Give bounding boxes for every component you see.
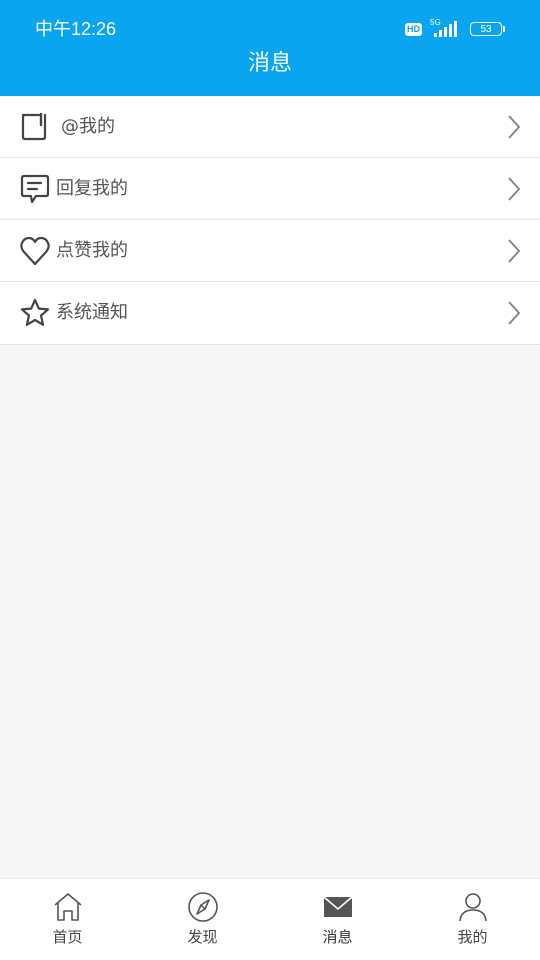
signal-bars bbox=[434, 21, 457, 37]
tab-discover[interactable]: 发现 bbox=[135, 879, 270, 960]
menu-item-system-notice[interactable]: 系统通知 bbox=[0, 282, 540, 344]
status-icons: HD 5G 53 bbox=[405, 18, 505, 40]
tab-label: 消息 bbox=[322, 928, 353, 946]
hd-badge: HD bbox=[405, 22, 422, 36]
bottom-tab-bar: 首页 发现 消息 我的 bbox=[0, 878, 540, 960]
tab-label: 首页 bbox=[52, 928, 83, 946]
menu-item-label: 点赞我的 bbox=[56, 240, 128, 261]
menu-item-label: @我的 bbox=[61, 116, 115, 137]
menu-item-likes[interactable]: 点赞我的 bbox=[0, 220, 540, 282]
tab-home[interactable]: 首页 bbox=[0, 879, 135, 960]
page-title: 消息 bbox=[247, 51, 292, 76]
tab-me[interactable]: 我的 bbox=[405, 879, 540, 960]
battery-icon: 53 bbox=[470, 22, 505, 36]
menu-item-at-me[interactable]: @我的 bbox=[0, 96, 540, 158]
comment-icon bbox=[20, 174, 50, 204]
battery-level: 53 bbox=[480, 23, 492, 35]
chevron-right-icon bbox=[508, 115, 521, 139]
heart-icon bbox=[20, 236, 50, 266]
home-icon bbox=[53, 893, 82, 921]
chevron-right-icon bbox=[508, 301, 521, 325]
menu-item-replies[interactable]: 回复我的 bbox=[0, 158, 540, 220]
tab-messages[interactable]: 消息 bbox=[270, 879, 405, 960]
compass-icon bbox=[187, 892, 218, 922]
header: 中午12:26 HD 5G 53 消息 bbox=[0, 0, 540, 96]
mail-icon bbox=[322, 896, 353, 917]
status-time: 中午12:26 bbox=[35, 19, 117, 39]
menu-item-label: 系统通知 bbox=[56, 302, 128, 323]
menu-item-label: 回复我的 bbox=[56, 178, 128, 199]
chevron-right-icon bbox=[508, 177, 521, 201]
star-icon bbox=[20, 298, 50, 326]
user-icon bbox=[458, 893, 487, 922]
at-mention-icon bbox=[21, 112, 47, 141]
message-menu-list: @我的 回复我的 点赞我的 系统通知 bbox=[0, 96, 540, 345]
status-bar: 中午12:26 HD 5G 53 bbox=[0, 0, 540, 56]
tab-label: 发现 bbox=[187, 928, 218, 946]
tab-label: 我的 bbox=[457, 928, 488, 946]
signal-icon: 5G bbox=[430, 18, 462, 40]
chevron-right-icon bbox=[508, 239, 521, 263]
